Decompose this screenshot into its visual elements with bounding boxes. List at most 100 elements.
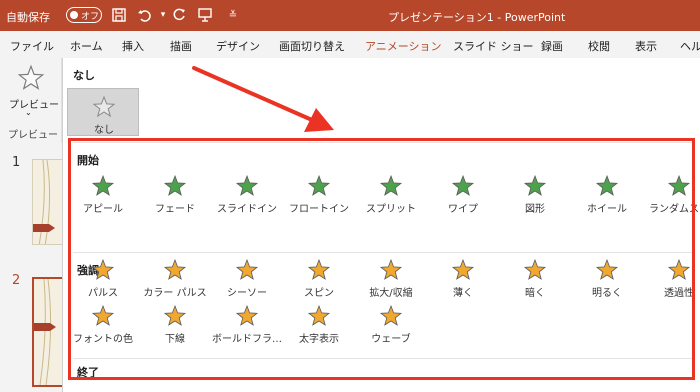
- slide-thumbnail-1[interactable]: [32, 159, 66, 245]
- animation-effect-button[interactable]: スピン: [283, 258, 355, 302]
- preview-group-label: プレビュー: [8, 130, 58, 141]
- animation-effect-button[interactable]: シーソー: [211, 258, 283, 302]
- tab-view[interactable]: 表示: [635, 38, 657, 54]
- preview-button[interactable]: [17, 64, 45, 95]
- animation-effect-label: シーソー: [227, 288, 267, 299]
- toggle-label: オフ: [81, 12, 100, 22]
- animation-effect-button[interactable]: フェード: [139, 174, 211, 218]
- animation-effect-button[interactable]: スプリット: [355, 174, 427, 218]
- animation-effect-button[interactable]: 薄く: [427, 258, 499, 302]
- star-outline-icon: [92, 95, 116, 118]
- animation-effect-button[interactable]: カラー パルス: [139, 258, 211, 302]
- customize-qat-icon[interactable]: ≚: [224, 6, 242, 24]
- star-outline-icon: [17, 64, 45, 90]
- animation-effect-label: パルス: [88, 288, 118, 299]
- animation-effect-button[interactable]: 透過性: [643, 258, 700, 302]
- emphasis-star-icon: [235, 258, 259, 280]
- divider: [73, 252, 693, 253]
- undo-icon[interactable]: [136, 6, 154, 24]
- title-bar: 自動保存 オフ ▾ ≚ プレゼンテーション1 - PowerPoint: [0, 0, 700, 31]
- entrance-star-icon: [163, 174, 187, 196]
- tab-review[interactable]: 校閲: [588, 38, 610, 54]
- animation-effect-button[interactable]: ウェーブ: [355, 304, 427, 348]
- present-icon[interactable]: [196, 6, 214, 24]
- emphasis-star-icon: [307, 304, 331, 326]
- animation-effect-label: カラー パルス: [143, 288, 207, 299]
- animation-effect-label: 拡大/収縮: [369, 288, 413, 299]
- animation-effect-button[interactable]: ワイプ: [427, 174, 499, 218]
- section-heading-exit: 終了: [77, 366, 99, 379]
- entrance-star-icon: [379, 174, 403, 196]
- animation-effect-button[interactable]: 暗く: [499, 258, 571, 302]
- slide-number: 2: [12, 273, 21, 288]
- animation-effect-label: フェード: [155, 204, 195, 215]
- emphasis-star-icon: [451, 258, 475, 280]
- entrance-star-icon: [235, 174, 259, 196]
- emphasis-star-icon: [523, 258, 547, 280]
- section-heading-none: なし: [73, 69, 95, 82]
- tab-insert[interactable]: 挿入: [122, 38, 144, 54]
- autosave-toggle[interactable]: オフ: [66, 7, 102, 23]
- animation-effect-label: スプリット: [366, 204, 416, 215]
- preview-group: プレビュー ⌄ プレビュー: [0, 58, 62, 143]
- emphasis-star-icon: [307, 258, 331, 280]
- animation-effect-button[interactable]: スライドイン: [211, 174, 283, 218]
- emphasis-star-icon: [91, 304, 115, 326]
- tab-record[interactable]: 録画: [541, 38, 563, 54]
- animation-effect-button[interactable]: 拡大/収縮: [355, 258, 427, 302]
- animation-effect-label: ホイール: [587, 204, 627, 215]
- animation-effect-label: アピール: [83, 204, 123, 215]
- animation-effect-label: 明るく: [592, 288, 622, 299]
- animation-effect-button[interactable]: アピール: [67, 174, 139, 218]
- animation-effect-label: フロートイン: [289, 204, 349, 215]
- save-icon[interactable]: [110, 6, 128, 24]
- chevron-down-icon[interactable]: ⌄: [25, 108, 32, 117]
- toggle-knob: [70, 11, 78, 19]
- animation-effect-label: 下線: [165, 334, 185, 345]
- section-heading-entrance: 開始: [77, 154, 99, 167]
- animation-effect-label: ランダムスト: [649, 204, 700, 215]
- slide-thumbnail-2[interactable]: [32, 277, 66, 387]
- tab-home[interactable]: ホーム: [70, 38, 103, 54]
- animation-effect-button[interactable]: ボールドフラ…: [211, 304, 283, 348]
- ribbon-tabs: ファイル ホーム 挿入 描画 デザイン 画面切り替え アニメーション スライド …: [0, 31, 700, 60]
- autosave-label: 自動保存: [6, 11, 50, 24]
- tab-file[interactable]: ファイル: [10, 38, 54, 54]
- animation-effect-label: 暗く: [525, 288, 545, 299]
- emphasis-star-icon: [235, 304, 259, 326]
- animation-gallery: なし なし 開始 アピール フェード スライドイン フロートイン スプリット ワイプ 図形 ホ…: [62, 58, 700, 392]
- animation-effect-button[interactable]: パルス: [67, 258, 139, 302]
- divider: [73, 142, 693, 143]
- tab-transitions[interactable]: 画面切り替え: [279, 38, 345, 54]
- animation-effect-label: スライドイン: [217, 204, 277, 215]
- entrance-star-icon: [307, 174, 331, 196]
- tab-help[interactable]: ヘル: [680, 38, 700, 54]
- redo-icon[interactable]: [170, 6, 188, 24]
- animation-effect-button[interactable]: 太字表示: [283, 304, 355, 348]
- tab-draw[interactable]: 描画: [170, 38, 192, 54]
- emphasis-star-icon: [91, 258, 115, 280]
- entrance-star-icon: [595, 174, 619, 196]
- animation-effect-button[interactable]: フォントの色: [67, 304, 139, 348]
- animation-effect-label: スピン: [304, 288, 334, 299]
- animation-effect-button[interactable]: 下線: [139, 304, 211, 348]
- animation-none-button[interactable]: なし: [67, 88, 139, 136]
- tab-animations[interactable]: アニメーション: [365, 38, 442, 60]
- tab-design[interactable]: デザイン: [216, 38, 260, 54]
- entrance-star-icon: [667, 174, 691, 196]
- animation-effect-label: ウェーブ: [371, 334, 411, 345]
- animation-effect-button[interactable]: 明るく: [571, 258, 643, 302]
- emphasis-star-icon: [163, 258, 187, 280]
- animation-effect-button[interactable]: ランダムスト: [643, 174, 700, 218]
- animation-effect-button[interactable]: 図形: [499, 174, 571, 218]
- animation-effect-label: 薄く: [453, 288, 473, 299]
- animation-effect-button[interactable]: ホイール: [571, 174, 643, 218]
- animation-effect-label: ボールドフラ…: [212, 334, 282, 345]
- divider: [73, 358, 693, 359]
- entrance-star-icon: [451, 174, 475, 196]
- preview-button-label[interactable]: プレビュー: [9, 96, 59, 111]
- tab-slideshow[interactable]: スライド ショー: [453, 38, 534, 54]
- animation-effect-label: ワイプ: [448, 204, 478, 215]
- entrance-star-icon: [523, 174, 547, 196]
- animation-effect-button[interactable]: フロートイン: [283, 174, 355, 218]
